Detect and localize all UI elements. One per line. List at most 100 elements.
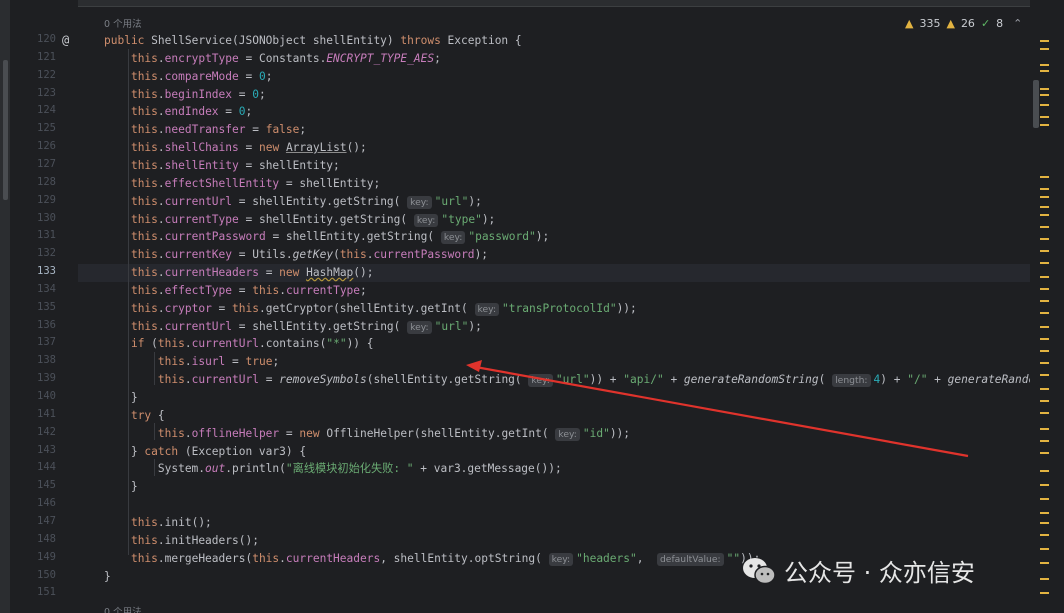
code-line[interactable]: if (this.currentUrl.contains("*")) {: [78, 335, 374, 353]
line-number[interactable]: 126: [28, 140, 56, 152]
warning-stripe-mark[interactable]: [1040, 484, 1049, 486]
line-number[interactable]: 133: [28, 265, 56, 277]
code-line[interactable]: try {: [78, 407, 165, 425]
warning-stripe-mark[interactable]: [1040, 176, 1049, 178]
warning-stripe-mark[interactable]: [1040, 116, 1049, 118]
warning-stripe-mark[interactable]: [1040, 124, 1049, 126]
code-line[interactable]: this.shellEntity = shellEntity;: [78, 157, 340, 175]
line-number[interactable]: 146: [28, 497, 56, 509]
warning-stripe-mark[interactable]: [1040, 512, 1049, 514]
line-number[interactable]: 144: [28, 461, 56, 473]
line-number[interactable]: 134: [28, 283, 56, 295]
warning-stripe-mark[interactable]: [1040, 338, 1049, 340]
code-line[interactable]: this.shellChains = new ArrayList();: [78, 139, 367, 157]
code-line[interactable]: this.beginIndex = 0;: [78, 86, 266, 104]
warning-stripe-mark[interactable]: [1040, 40, 1049, 42]
warning-stripe-mark[interactable]: [1040, 578, 1049, 580]
code-line[interactable]: this.effectShellEntity = shellEntity;: [78, 175, 380, 193]
line-number[interactable]: 143: [28, 444, 56, 456]
warning-stripe-mark[interactable]: [1040, 592, 1049, 594]
line-number[interactable]: 136: [28, 319, 56, 331]
code-line[interactable]: this.endIndex = 0;: [78, 103, 252, 121]
warning-stripe-mark[interactable]: [1040, 238, 1049, 240]
line-number[interactable]: 151: [28, 586, 56, 598]
code-line[interactable]: [78, 496, 104, 514]
code-line[interactable]: this.currentUrl = shellEntity.getString(…: [78, 193, 482, 211]
inspection-widget[interactable]: ▲ 335 ▲ 26 ✓ 8 ⌃ ⌄: [905, 17, 1042, 30]
code-line[interactable]: } catch (Exception var3) {: [78, 443, 306, 461]
code-line[interactable]: this.currentUrl = removeSymbols(shellEnt…: [78, 371, 1034, 389]
warning-stripe-mark[interactable]: [1040, 452, 1049, 454]
line-number[interactable]: 127: [28, 158, 56, 170]
code-line[interactable]: this.currentKey = Utils.getKey(this.curr…: [78, 246, 488, 264]
warning-stripe-mark[interactable]: [1040, 188, 1049, 190]
warning-stripe-mark[interactable]: [1040, 88, 1049, 90]
code-line[interactable]: this.mergeHeaders(this.currentHeaders, s…: [78, 550, 760, 568]
code-line[interactable]: this.currentType = shellEntity.getString…: [78, 211, 495, 229]
code-line[interactable]: this.offlineHelper = new OfflineHelper(s…: [78, 425, 630, 443]
line-number[interactable]: 129: [28, 194, 56, 206]
code-line[interactable]: this.needTransfer = false;: [78, 121, 306, 139]
line-number[interactable]: 149: [28, 551, 56, 563]
warning-stripe-mark[interactable]: [1040, 400, 1049, 402]
warning-stripe-mark[interactable]: [1040, 326, 1049, 328]
warning-stripe-mark[interactable]: [1040, 250, 1049, 252]
warning-stripe-mark[interactable]: [1040, 312, 1049, 314]
line-number[interactable]: 150: [28, 569, 56, 581]
code-line[interactable]: this.currentUrl = shellEntity.getString(…: [78, 318, 482, 336]
code-line[interactable]: this.currentHeaders = new HashMap();: [78, 264, 1034, 282]
warning-stripe-mark[interactable]: [1040, 300, 1049, 302]
line-number[interactable]: 123: [28, 87, 56, 99]
code-line[interactable]: }: [78, 568, 111, 586]
line-number[interactable]: 140: [28, 390, 56, 402]
line-number[interactable]: 135: [28, 301, 56, 313]
code-line[interactable]: this.compareMode = 0;: [78, 68, 273, 86]
code-line[interactable]: this.effectType = this.currentType;: [78, 282, 367, 300]
warning-stripe-mark[interactable]: [1040, 104, 1049, 106]
warning-stripe-mark[interactable]: [1040, 412, 1049, 414]
warning-stripe-mark[interactable]: [1040, 548, 1049, 550]
warning-stripe-mark[interactable]: [1040, 350, 1049, 352]
warning-stripe-mark[interactable]: [1040, 428, 1049, 430]
line-number[interactable]: 121: [28, 51, 56, 63]
left-scrollbar[interactable]: [0, 0, 10, 613]
error-stripe[interactable]: [1030, 0, 1064, 613]
line-number[interactable]: 138: [28, 354, 56, 366]
warning-stripe-mark[interactable]: [1040, 362, 1049, 364]
line-number[interactable]: 141: [28, 408, 56, 420]
warning-stripe-mark[interactable]: [1040, 470, 1049, 472]
line-number[interactable]: 137: [28, 336, 56, 348]
warning-stripe-mark[interactable]: [1040, 440, 1049, 442]
code-line[interactable]: this.init();: [78, 514, 212, 532]
code-line[interactable]: public ShellService(JSONObject shellEnti…: [78, 32, 522, 50]
code-line[interactable]: [78, 585, 104, 603]
code-line[interactable]: this.isurl = true;: [78, 353, 279, 371]
warning-stripe-mark[interactable]: [1040, 206, 1049, 208]
line-number[interactable]: 131: [28, 229, 56, 241]
warning-stripe-mark[interactable]: [1040, 562, 1049, 564]
line-number[interactable]: 124: [28, 104, 56, 116]
line-number[interactable]: 128: [28, 176, 56, 188]
warning-stripe-mark[interactable]: [1040, 48, 1049, 50]
line-number[interactable]: 125: [28, 122, 56, 134]
warning-stripe-mark[interactable]: [1040, 226, 1049, 228]
code-line[interactable]: this.currentPassword = shellEntity.getSt…: [78, 228, 549, 246]
code-line[interactable]: System.out.println("离线模块初始化失败: " + var3.…: [78, 460, 562, 478]
code-line[interactable]: this.encryptType = Constants.ENCRYPT_TYP…: [78, 50, 441, 68]
left-scrollbar-thumb[interactable]: [3, 60, 8, 200]
warning-stripe-mark[interactable]: [1040, 262, 1049, 264]
override-marker-icon[interactable]: @: [62, 33, 69, 47]
warning-stripe-mark[interactable]: [1040, 374, 1049, 376]
warning-stripe-mark[interactable]: [1040, 388, 1049, 390]
usage-hint-top[interactable]: 0 个用法: [104, 16, 142, 30]
warning-stripe-mark[interactable]: [1040, 498, 1049, 500]
line-number[interactable]: 148: [28, 533, 56, 545]
line-number[interactable]: 120: [28, 33, 56, 45]
code-line[interactable]: this.initHeaders();: [78, 532, 259, 550]
scrollbar-thumb[interactable]: [1033, 80, 1039, 128]
line-number[interactable]: 142: [28, 426, 56, 438]
warning-stripe-mark[interactable]: [1040, 214, 1049, 216]
warning-stripe-mark[interactable]: [1040, 534, 1049, 536]
warning-stripe-mark[interactable]: [1040, 288, 1049, 290]
warning-stripe-mark[interactable]: [1040, 94, 1049, 96]
